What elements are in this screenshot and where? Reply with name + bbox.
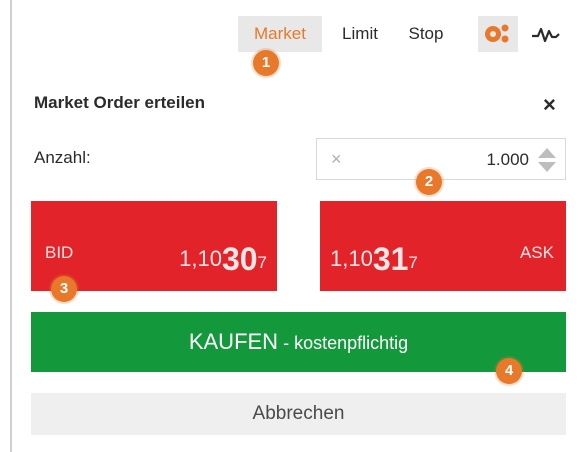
tab-stop[interactable]: Stop — [396, 16, 456, 52]
chart-pulse-icon — [532, 27, 560, 43]
badge-3: 3 — [51, 276, 77, 302]
panel-left-border — [10, 0, 12, 452]
order-type-button[interactable] — [478, 16, 518, 52]
ask-button[interactable]: 1,10317 ASK — [320, 201, 566, 291]
ask-price: 1,10317 — [330, 241, 418, 277]
bid-price: 1,10307 — [179, 241, 267, 277]
quantity-label: Anzahl: — [34, 148, 91, 167]
badge-4: 4 — [496, 358, 522, 384]
tab-market[interactable]: Market — [238, 16, 322, 52]
close-icon[interactable]: × — [543, 94, 556, 116]
buy-button[interactable]: KAUFEN - kostenpflichtig — [31, 312, 566, 372]
buy-label: KAUFEN — [188, 329, 279, 354]
spinner-arrows-icon[interactable] — [537, 147, 557, 173]
bid-label: BID — [45, 243, 74, 262]
order-type-icon — [485, 24, 509, 43]
cancel-button[interactable]: Abbrechen — [31, 393, 566, 435]
clear-icon[interactable]: × — [331, 149, 342, 170]
buy-sublabel: kostenpflichtig — [294, 333, 409, 353]
badge-1: 1 — [253, 50, 279, 76]
quantity-stepper[interactable]: × 1.000 — [316, 138, 566, 180]
chart-button[interactable] — [526, 16, 566, 52]
ask-label: ASK — [519, 243, 554, 262]
quantity-value[interactable]: 1.000 — [486, 150, 529, 170]
badge-2: 2 — [416, 169, 442, 195]
dialog-title: Market Order erteilen — [34, 93, 206, 112]
tab-limit[interactable]: Limit — [330, 16, 390, 52]
